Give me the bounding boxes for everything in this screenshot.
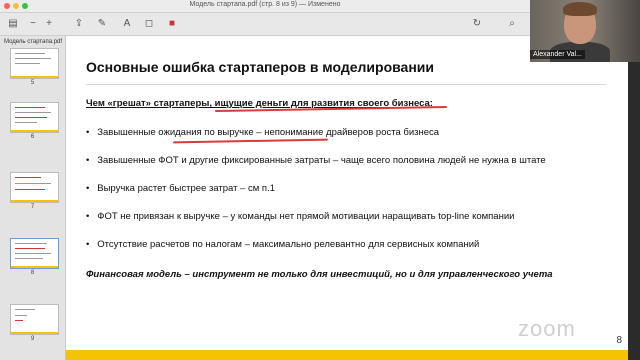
title-divider	[86, 84, 606, 85]
bullet-text: Отсутствие расчетов по налогам – максима…	[97, 239, 480, 250]
thumbnail-sidebar: Модель стартапа.pdf 5 6 7 8 9	[0, 36, 66, 360]
page-number-label: 6	[30, 134, 35, 140]
accent-bar	[66, 350, 628, 360]
pdf-page: Основные ошибка стартаперов в моделирова…	[66, 36, 628, 360]
search-icon[interactable]: ⌕	[505, 17, 519, 31]
share-icon[interactable]: ⇪	[72, 17, 86, 31]
page-thumbnail-9[interactable]	[10, 304, 59, 335]
slide-page-number: 8	[616, 335, 622, 346]
participant-name: Alexander Val...	[530, 50, 585, 59]
rotate-icon[interactable]: ↻	[470, 17, 484, 31]
bullet-item: • ФОТ не привязан к выручке – у команды …	[86, 211, 515, 222]
bullet-text: ФОТ не привязан к выручке – у команды не…	[97, 211, 515, 222]
pdf-toolbar: ▤ − + ⇪ ✎ A ◻ ■ ↻ ⌕	[0, 13, 530, 36]
zoom-in-icon[interactable]: +	[42, 17, 56, 31]
slide-title: Основные ошибка стартаперов в моделирова…	[86, 59, 435, 75]
slide-conclusion: Финансовая модель – инструмент не только…	[86, 269, 553, 280]
bullet-text: Завышенные ожидания по выручке – непоним…	[97, 127, 440, 138]
participant-video-tile[interactable]: Alexander Val...	[530, 0, 640, 62]
zoom-watermark: zoom	[518, 316, 576, 341]
page-number-label: 5	[30, 80, 35, 86]
page-number-label: 8	[30, 270, 35, 276]
zoom-out-icon[interactable]: −	[26, 17, 40, 31]
bullet-item: • Выручка растет быстрее затрат – см п.1	[86, 183, 275, 194]
bullet-item: • Отсутствие расчетов по налогам – макси…	[86, 239, 480, 250]
page-number-label: 7	[30, 204, 35, 210]
page-thumbnail-6[interactable]	[10, 102, 59, 133]
sidebar-icon[interactable]: ▤	[6, 17, 20, 31]
color-icon[interactable]: ■	[165, 17, 179, 31]
markup-icon[interactable]: ✎	[95, 17, 109, 31]
sidebar-title: Модель стартапа.pdf	[4, 39, 63, 45]
shapes-icon[interactable]: ◻	[142, 17, 156, 31]
bullet-item: • Завышенные ФОТ и другие фиксированные …	[86, 155, 546, 166]
participant-hair	[563, 2, 597, 16]
text-icon[interactable]: A	[120, 17, 134, 31]
red-underline-annotation	[172, 138, 329, 144]
page-thumbnail-7[interactable]	[10, 172, 59, 203]
bullet-text: Выручка растет быстрее затрат – см п.1	[97, 183, 275, 194]
bullet-text: Завышенные ФОТ и другие фиксированные за…	[97, 155, 546, 166]
page-thumbnail-5[interactable]	[10, 48, 59, 79]
page-thumbnail-8[interactable]	[10, 238, 59, 269]
page-number-label: 9	[30, 336, 35, 342]
window-title: Модель стартапа.pdf (стр. 8 из 9) — Изме…	[189, 1, 341, 8]
bullet-item: • Завышенные ожидания по выручке – непон…	[86, 127, 440, 138]
